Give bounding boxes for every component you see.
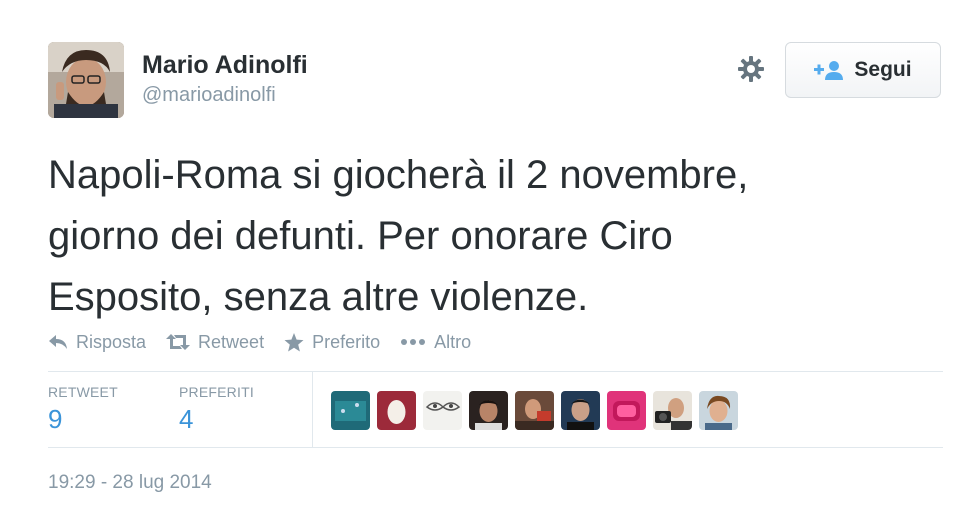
retweet-action[interactable]: Retweet xyxy=(166,332,264,353)
retweet-count: 9 xyxy=(48,404,63,434)
tweet-text-line: Esposito, senza altre violenze. xyxy=(48,275,589,319)
tweet-timestamp[interactable]: 19:29 - 28 lug 2014 xyxy=(48,472,212,494)
more-action[interactable]: Altro xyxy=(400,332,471,353)
engager-avatar[interactable] xyxy=(561,391,600,430)
author-avatar[interactable] xyxy=(48,42,124,118)
favorite-count: 4 xyxy=(179,404,194,434)
tweet-author[interactable]: Mario Adinolfi @marioadinolfi xyxy=(142,50,308,108)
favorite-count-label: PREFERITI xyxy=(179,384,254,400)
engager-avatar[interactable] xyxy=(607,391,646,430)
more-dots-icon xyxy=(401,339,426,345)
tweet-text: Napoli-Roma si giocherà il 2 novembre, g… xyxy=(48,145,908,328)
more-label: Altro xyxy=(434,331,472,352)
favorite-label: Preferito xyxy=(312,331,381,352)
engager-avatar[interactable] xyxy=(331,391,370,430)
star-icon xyxy=(284,332,304,351)
engager-avatar[interactable] xyxy=(699,391,738,430)
engager-avatar[interactable] xyxy=(469,391,508,430)
follow-label: Segui xyxy=(854,58,912,81)
engager-avatar[interactable] xyxy=(653,391,692,430)
retweet-stat[interactable]: RETWEET 9 xyxy=(48,384,118,435)
tweet-text-line: Napoli-Roma si giocherà il 2 novembre, xyxy=(48,153,749,197)
favorite-stat[interactable]: PREFERITI 4 xyxy=(179,384,254,435)
reply-icon xyxy=(49,335,67,349)
avatar-image xyxy=(48,42,124,118)
retweet-label: Retweet xyxy=(198,331,265,352)
retweet-icon xyxy=(166,334,191,350)
stats-vertical-divider xyxy=(312,372,313,447)
add-user-icon xyxy=(814,61,844,80)
stats-top-divider xyxy=(48,371,943,372)
gear-icon[interactable] xyxy=(737,55,765,83)
tweet-text-line: giorno dei defunti. Per onorare Ciro xyxy=(48,214,673,258)
stats-bottom-divider xyxy=(48,447,943,448)
retweet-count-label: RETWEET xyxy=(48,384,118,400)
reply-label: Risposta xyxy=(76,331,147,352)
engager-avatar[interactable] xyxy=(377,391,416,430)
author-name[interactable]: Mario Adinolfi xyxy=(142,50,308,80)
engager-avatar[interactable] xyxy=(423,391,462,430)
follow-button[interactable]: Segui xyxy=(785,42,941,98)
engager-avatars xyxy=(331,391,738,430)
author-handle[interactable]: @marioadinolfi xyxy=(142,82,308,108)
favorite-action[interactable]: Preferito xyxy=(284,332,380,353)
engager-avatar[interactable] xyxy=(515,391,554,430)
tweet-actions: Risposta Retweet Preferito Altro xyxy=(48,328,491,356)
reply-action[interactable]: Risposta xyxy=(48,332,146,353)
